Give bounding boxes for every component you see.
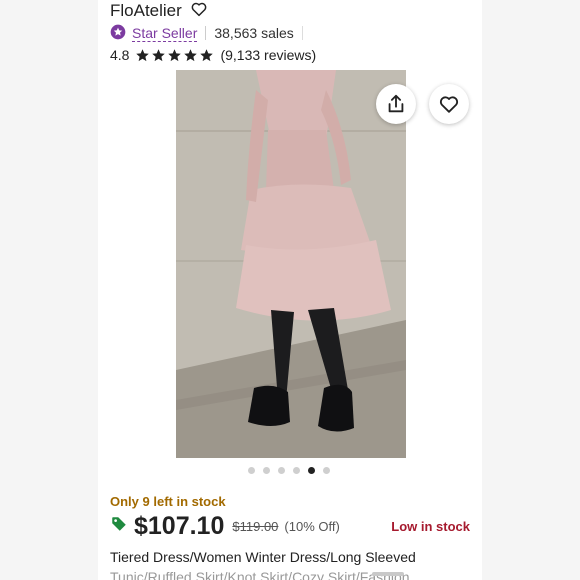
rating-score: 4.8 — [110, 47, 130, 63]
divider — [301, 26, 303, 40]
listing-card: FloAtelier Star Seller 38,563 sales 4.8 … — [98, 0, 482, 580]
star-icon — [184, 48, 198, 61]
discount-label: (10% Off) — [284, 518, 340, 534]
star-seller-badge-icon — [110, 24, 132, 43]
star-icon — [136, 48, 150, 61]
favorite-shop-icon[interactable] — [190, 0, 208, 23]
listing-title-line: Tiered Dress/Women Winter Dress/Long Sle… — [110, 549, 416, 565]
star-icon — [168, 48, 182, 61]
listing-title: Tiered Dress/Women Winter Dress/Long Sle… — [110, 547, 470, 580]
favorite-item-button[interactable] — [429, 84, 469, 124]
share-icon — [388, 94, 404, 113]
shop-name-link[interactable]: FloAtelier — [110, 1, 182, 21]
product-photo[interactable] — [176, 70, 406, 458]
gallery-pagination — [248, 467, 330, 474]
gallery-dot[interactable] — [293, 467, 300, 474]
stock-notice: Only 9 left in stock — [110, 494, 226, 509]
share-button[interactable] — [376, 84, 416, 124]
seller-info: Star Seller 38,563 sales — [110, 23, 303, 43]
shop-header: FloAtelier — [110, 0, 208, 22]
gallery-dot[interactable] — [248, 467, 255, 474]
heart-icon — [439, 96, 459, 113]
gallery-dot[interactable] — [263, 467, 270, 474]
review-count: (9,133 reviews) — [220, 47, 317, 63]
rating-summary[interactable]: 4.8 (9,133 reviews) — [110, 46, 316, 64]
star-rating — [135, 48, 214, 63]
gallery-dot[interactable] — [278, 467, 285, 474]
gallery-dot[interactable] — [323, 467, 330, 474]
gallery-dot-active[interactable] — [308, 467, 315, 474]
listing-title-clipped: Tunic/Ruffled Skirt/Knot Skirt/Cozy Skir… — [110, 569, 410, 580]
stock-status: Low in stock — [391, 518, 470, 534]
star-icon — [200, 48, 214, 61]
original-price: $119.00 — [232, 518, 279, 534]
scroll-handle[interactable] — [372, 572, 404, 576]
current-price: $107.10 — [134, 511, 225, 540]
star-icon — [152, 48, 166, 61]
price-row: $107.10 $119.00 (10% Off) Low in stock — [110, 510, 470, 542]
star-seller-label[interactable]: Star Seller — [132, 25, 198, 42]
sales-count: 38,563 sales — [214, 25, 294, 41]
price-tag-icon — [110, 515, 134, 538]
divider — [205, 26, 207, 40]
